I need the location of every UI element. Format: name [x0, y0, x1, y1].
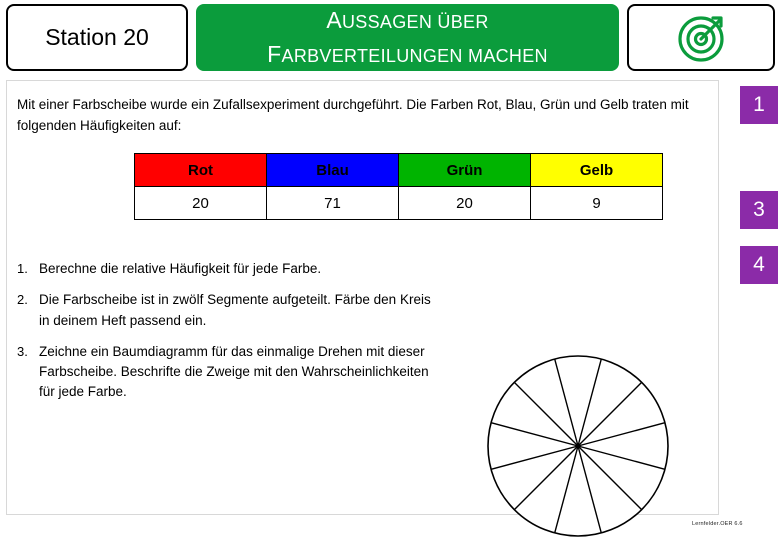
title-line-1-cap: A	[326, 7, 342, 34]
task-number: 1.	[17, 261, 28, 276]
footer-credit: Lernfelder.OER 6.6	[692, 521, 743, 527]
list-item: 1. Berechne die relative Häufigkeit für …	[17, 259, 437, 279]
status-badge: 1	[740, 86, 778, 124]
list-item: 3. Zeichne ein Baumdiagramm für das einm…	[17, 342, 437, 403]
table-header-gelb: Gelb	[530, 153, 663, 187]
task-number: 2.	[17, 292, 28, 308]
farbscheibe-wheel	[485, 353, 671, 539]
logo-box	[627, 4, 775, 71]
title-line-2-cap: F	[267, 40, 282, 67]
wheel-svg	[487, 355, 669, 537]
table-cell-gelb: 9	[530, 186, 663, 220]
table-cell-gruen: 20	[398, 186, 531, 220]
table-header-rot: Rot	[134, 153, 267, 187]
table-row: 20 71 20 9	[134, 186, 663, 220]
task-text: Zeichne ein Baumdiagramm für das einmali…	[39, 343, 429, 400]
table-cell-blau: 71	[266, 186, 399, 220]
station-label: Station 20	[45, 24, 149, 50]
title-banner: AUSSAGEN ÜBER FARBVERTEILUNGEN MACHEN	[196, 4, 619, 71]
list-item: 2. Die Farbscheibe ist in zwölf Segmente…	[17, 290, 437, 331]
task-text: Die Farbscheibe ist in zwölf Segmente au…	[39, 292, 431, 328]
station-box: Station 20	[6, 4, 188, 71]
task-text: Berechne die relative Häufigkeit für jed…	[39, 261, 322, 276]
title-line-2-rest: ARBVERTEILUNGEN MACHEN	[281, 45, 548, 66]
title-line-2: FARBVERTEILUNGEN MACHEN	[267, 38, 548, 71]
task-number: 3.	[17, 343, 28, 359]
content-panel: Mit einer Farbscheibe wurde ein Zufallse…	[6, 80, 719, 537]
table-header-row: Rot Blau Grün Gelb	[134, 153, 663, 187]
title-line-1: AUSSAGEN ÜBER	[326, 4, 488, 37]
table-header-blau: Blau	[266, 153, 399, 187]
table-cell-rot: 20	[134, 186, 267, 220]
frequency-table: Rot Blau Grün Gelb 20 71 20 9	[134, 153, 663, 220]
title-line-1-rest: USSAGEN ÜBER	[342, 12, 489, 33]
task-list: 1. Berechne die relative Häufigkeit für …	[17, 259, 437, 414]
status-badge: 4	[740, 246, 778, 284]
status-badge: 3	[740, 191, 778, 229]
target-dart-icon	[675, 12, 727, 64]
intro-text: Mit einer Farbscheibe wurde ein Zufallse…	[17, 97, 689, 133]
table-header-gruen: Grün	[398, 153, 531, 187]
